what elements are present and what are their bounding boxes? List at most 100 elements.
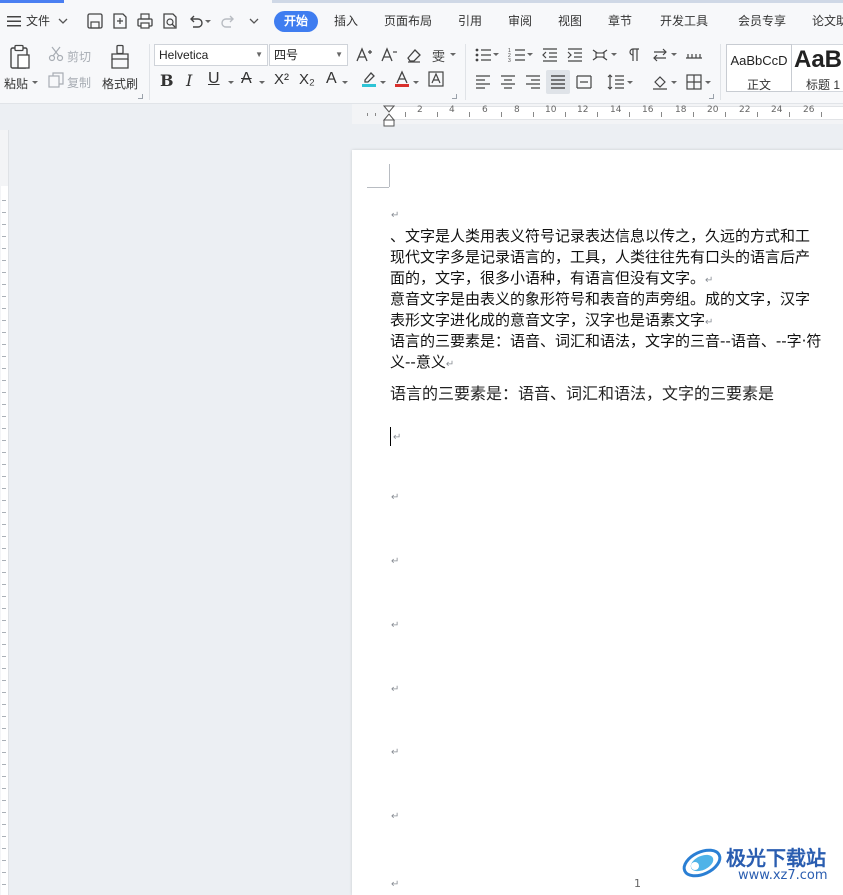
bold-icon[interactable]: B <box>160 71 174 90</box>
underline-icon[interactable]: U <box>208 70 220 88</box>
paragraph-group-launcher[interactable] <box>709 94 714 99</box>
highlight-color-icon[interactable] <box>360 70 378 88</box>
chinese-layout-icon[interactable] <box>591 46 609 64</box>
numbered-dropdown-icon[interactable] <box>526 50 534 60</box>
justify-button[interactable] <box>546 70 570 94</box>
highlight-dropdown-icon[interactable] <box>379 78 387 88</box>
increase-font-size-icon[interactable] <box>355 46 373 64</box>
align-right-icon[interactable] <box>524 73 542 91</box>
style-heading-1[interactable]: AaB 标题 1 <box>792 44 843 92</box>
underline-dropdown-icon[interactable] <box>227 78 235 88</box>
bullet-list-icon[interactable] <box>474 46 492 64</box>
print-preview-icon[interactable] <box>161 12 179 30</box>
clipboard-group-launcher[interactable] <box>138 94 143 99</box>
copy-icon[interactable] <box>48 72 64 88</box>
distributed-align-icon[interactable] <box>575 73 593 91</box>
font-name-dropdown[interactable]: Helvetica ▼ <box>154 44 268 66</box>
align-left-icon[interactable] <box>474 73 492 91</box>
align-center-icon[interactable] <box>499 73 517 91</box>
document-paragraph[interactable]: 现代文字多是记录语言的，工具，人类往往先有口头的语言后产 <box>390 247 810 268</box>
style-normal-label: 正文 <box>746 78 771 92</box>
paragraph-text: 现代文字多是记录语言的，工具，人类往往先有口头的语言后产 <box>390 248 811 266</box>
export-pdf-icon[interactable] <box>111 12 129 30</box>
font-color-icon[interactable] <box>393 70 411 88</box>
phonetic-dropdown-icon[interactable] <box>449 50 457 60</box>
line-spacing-dropdown-icon[interactable] <box>626 78 634 88</box>
increase-indent-icon[interactable] <box>566 46 584 64</box>
tab-thesis-assistant[interactable]: 论文助 <box>810 11 843 32</box>
bullet-dropdown-icon[interactable] <box>492 50 500 60</box>
tab-references[interactable]: 引用 <box>456 11 484 32</box>
redo-icon[interactable] <box>220 12 238 30</box>
format-painter-button[interactable]: 格式刷 <box>102 75 138 92</box>
ruler-tick <box>405 112 406 117</box>
svg-text:雯: 雯 <box>432 50 445 64</box>
borders-icon[interactable] <box>685 73 703 91</box>
italic-icon[interactable]: I <box>186 71 192 90</box>
strikethrough-dropdown-icon[interactable] <box>258 78 266 88</box>
undo-icon[interactable] <box>186 12 204 30</box>
line-spacing-icon[interactable] <box>607 73 625 91</box>
undo-dropdown-icon[interactable] <box>203 12 213 30</box>
tab-stops-icon[interactable] <box>685 46 703 64</box>
vertical-ruler[interactable] <box>0 130 9 895</box>
tab-page-layout[interactable]: 页面布局 <box>382 11 434 32</box>
subscript-icon[interactable]: X₂ <box>299 71 315 88</box>
document-paragraph[interactable]: 面的，文字，很多小语种，有语言但没有文字。↵ <box>390 268 713 291</box>
text-effects-icon[interactable]: A <box>326 70 337 88</box>
customize-toolbar-icon[interactable] <box>248 12 260 30</box>
ruler-tick <box>2 524 6 525</box>
show-hide-marks-icon[interactable] <box>625 46 643 64</box>
tab-developer-tools[interactable]: 开发工具 <box>658 11 710 32</box>
phonetic-guide-icon[interactable]: 雯 <box>430 46 448 64</box>
file-menu[interactable]: 文件 <box>26 11 50 32</box>
paste-button[interactable]: 粘贴 <box>4 75 28 92</box>
strikethrough-icon[interactable]: A <box>241 70 252 88</box>
ruler-tick <box>2 440 6 441</box>
cut-icon[interactable] <box>48 46 64 62</box>
tab-chapter[interactable]: 章节 <box>606 11 634 32</box>
document-paragraph[interactable]: 语言的三要素是：语音、词汇和语法，文字的三音--语音、--字·符 <box>390 331 821 352</box>
tab-review[interactable]: 审阅 <box>506 11 534 32</box>
decrease-indent-icon[interactable] <box>541 46 559 64</box>
text-direction-icon[interactable] <box>651 46 669 64</box>
style-normal[interactable]: AaBbCcD 正文 <box>726 44 792 92</box>
save-icon[interactable] <box>86 12 104 30</box>
format-painter-icon[interactable] <box>109 44 131 70</box>
document-paragraph[interactable]: 义--意义↵ <box>390 352 454 375</box>
font-color-dropdown-icon[interactable] <box>412 78 420 88</box>
copy-button[interactable]: 复制 <box>67 74 91 91</box>
shading-icon[interactable] <box>651 73 669 91</box>
borders-dropdown-icon[interactable] <box>704 78 712 88</box>
document-paragraph[interactable]: 意音文字是由表义的象形符号和表音的声旁组。成的文字，汉字 <box>390 289 810 310</box>
font-size-dropdown[interactable]: 四号 ▼ <box>269 44 348 66</box>
numbered-list-icon[interactable]: 123 <box>508 46 526 64</box>
cut-button[interactable]: 剪切 <box>67 48 91 65</box>
ruler-tick <box>2 608 6 609</box>
text-direction-dropdown-icon[interactable] <box>670 50 678 60</box>
document-paragraph[interactable]: 语言的三要素是：语音、词汇和语法，文字的三要素是 <box>390 383 774 404</box>
paste-icon[interactable] <box>8 44 32 70</box>
character-border-icon[interactable] <box>427 70 445 88</box>
clear-formatting-icon[interactable] <box>405 46 423 64</box>
document-paragraph[interactable]: 、文字是人类用表义符号记录表达信息以传之，久远的方式和工 <box>390 226 810 247</box>
print-icon[interactable] <box>136 12 154 30</box>
tab-member-exclusive[interactable]: 会员专享 <box>736 11 788 32</box>
document-paragraph[interactable]: 表形文字进化成的意音文字，汉字也是语素文字↵ <box>390 310 713 333</box>
superscript-icon[interactable]: X² <box>274 71 289 88</box>
shading-dropdown-icon[interactable] <box>670 78 678 88</box>
hamburger-menu-icon[interactable] <box>7 12 21 30</box>
chevron-down-icon[interactable] <box>57 12 69 30</box>
font-group-launcher[interactable] <box>452 94 457 99</box>
text-effects-dropdown-icon[interactable] <box>341 78 349 88</box>
indent-marker-icon[interactable] <box>383 105 395 127</box>
chinese-layout-dropdown-icon[interactable] <box>610 50 618 60</box>
ruler-tick <box>2 704 6 705</box>
tab-home[interactable]: 开始 <box>274 11 319 32</box>
tab-insert[interactable]: 插入 <box>332 11 360 32</box>
watermark-name: 极光下载站 <box>726 846 826 870</box>
paste-dropdown-icon[interactable] <box>31 78 39 88</box>
tab-view[interactable]: 视图 <box>556 11 584 32</box>
decrease-font-size-icon[interactable] <box>380 46 398 64</box>
ruler-tick <box>629 112 630 117</box>
